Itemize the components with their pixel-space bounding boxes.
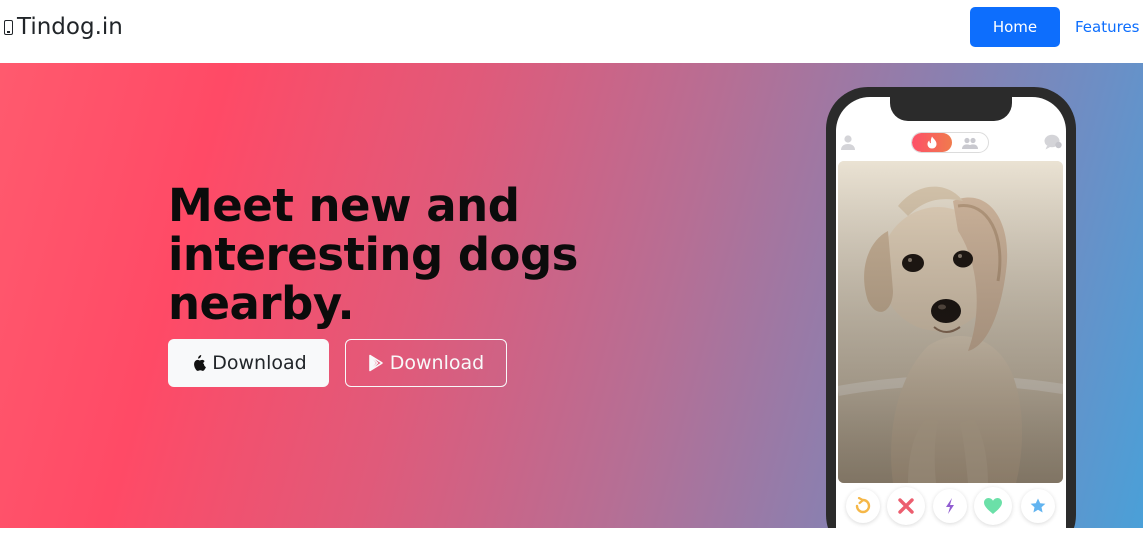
mobile-phone-icon <box>4 19 13 35</box>
like-button[interactable] <box>974 487 1012 525</box>
nope-button[interactable] <box>887 487 925 525</box>
nope-icon <box>898 498 914 514</box>
phone-notch <box>890 97 1012 121</box>
download-apple-button[interactable]: Download <box>168 339 329 387</box>
like-icon <box>984 498 1002 514</box>
profile-icon <box>841 135 855 150</box>
super-like-icon <box>1030 498 1046 513</box>
hero-headline: Meet new and interesting dogs nearby. <box>168 179 578 330</box>
phone-mockup <box>826 87 1076 528</box>
rewind-button[interactable] <box>846 489 880 523</box>
apple-icon <box>194 355 207 371</box>
download-google-play-button[interactable]: Download <box>345 339 507 387</box>
swipe-action-bar <box>836 487 1066 528</box>
flame-icon <box>927 136 937 149</box>
brand-name: Tindog.in <box>17 14 123 40</box>
super-like-button[interactable] <box>1021 489 1055 523</box>
phone-screen <box>836 97 1066 528</box>
chat-icon <box>1044 134 1062 150</box>
dog-illustration <box>838 161 1063 483</box>
boost-icon <box>946 498 954 514</box>
dog-photo-card[interactable] <box>838 161 1063 483</box>
download-apple-label: Download <box>212 352 307 374</box>
hero-section: Meet new and interesting dogs nearby. Do… <box>0 63 1143 528</box>
nav-features-link[interactable]: Features <box>1075 18 1140 36</box>
rewind-icon <box>855 497 871 514</box>
download-google-play-label: Download <box>389 352 485 374</box>
navbar: Tindog.in Home Features <box>0 0 1143 63</box>
brand-link[interactable]: Tindog.in <box>4 14 123 40</box>
group-icon <box>962 137 978 149</box>
google-play-icon <box>368 354 383 372</box>
toggle-active-segment <box>912 133 952 152</box>
discover-toggle[interactable] <box>911 132 989 153</box>
nav-home-button[interactable]: Home <box>970 7 1060 47</box>
boost-button[interactable] <box>933 489 967 523</box>
